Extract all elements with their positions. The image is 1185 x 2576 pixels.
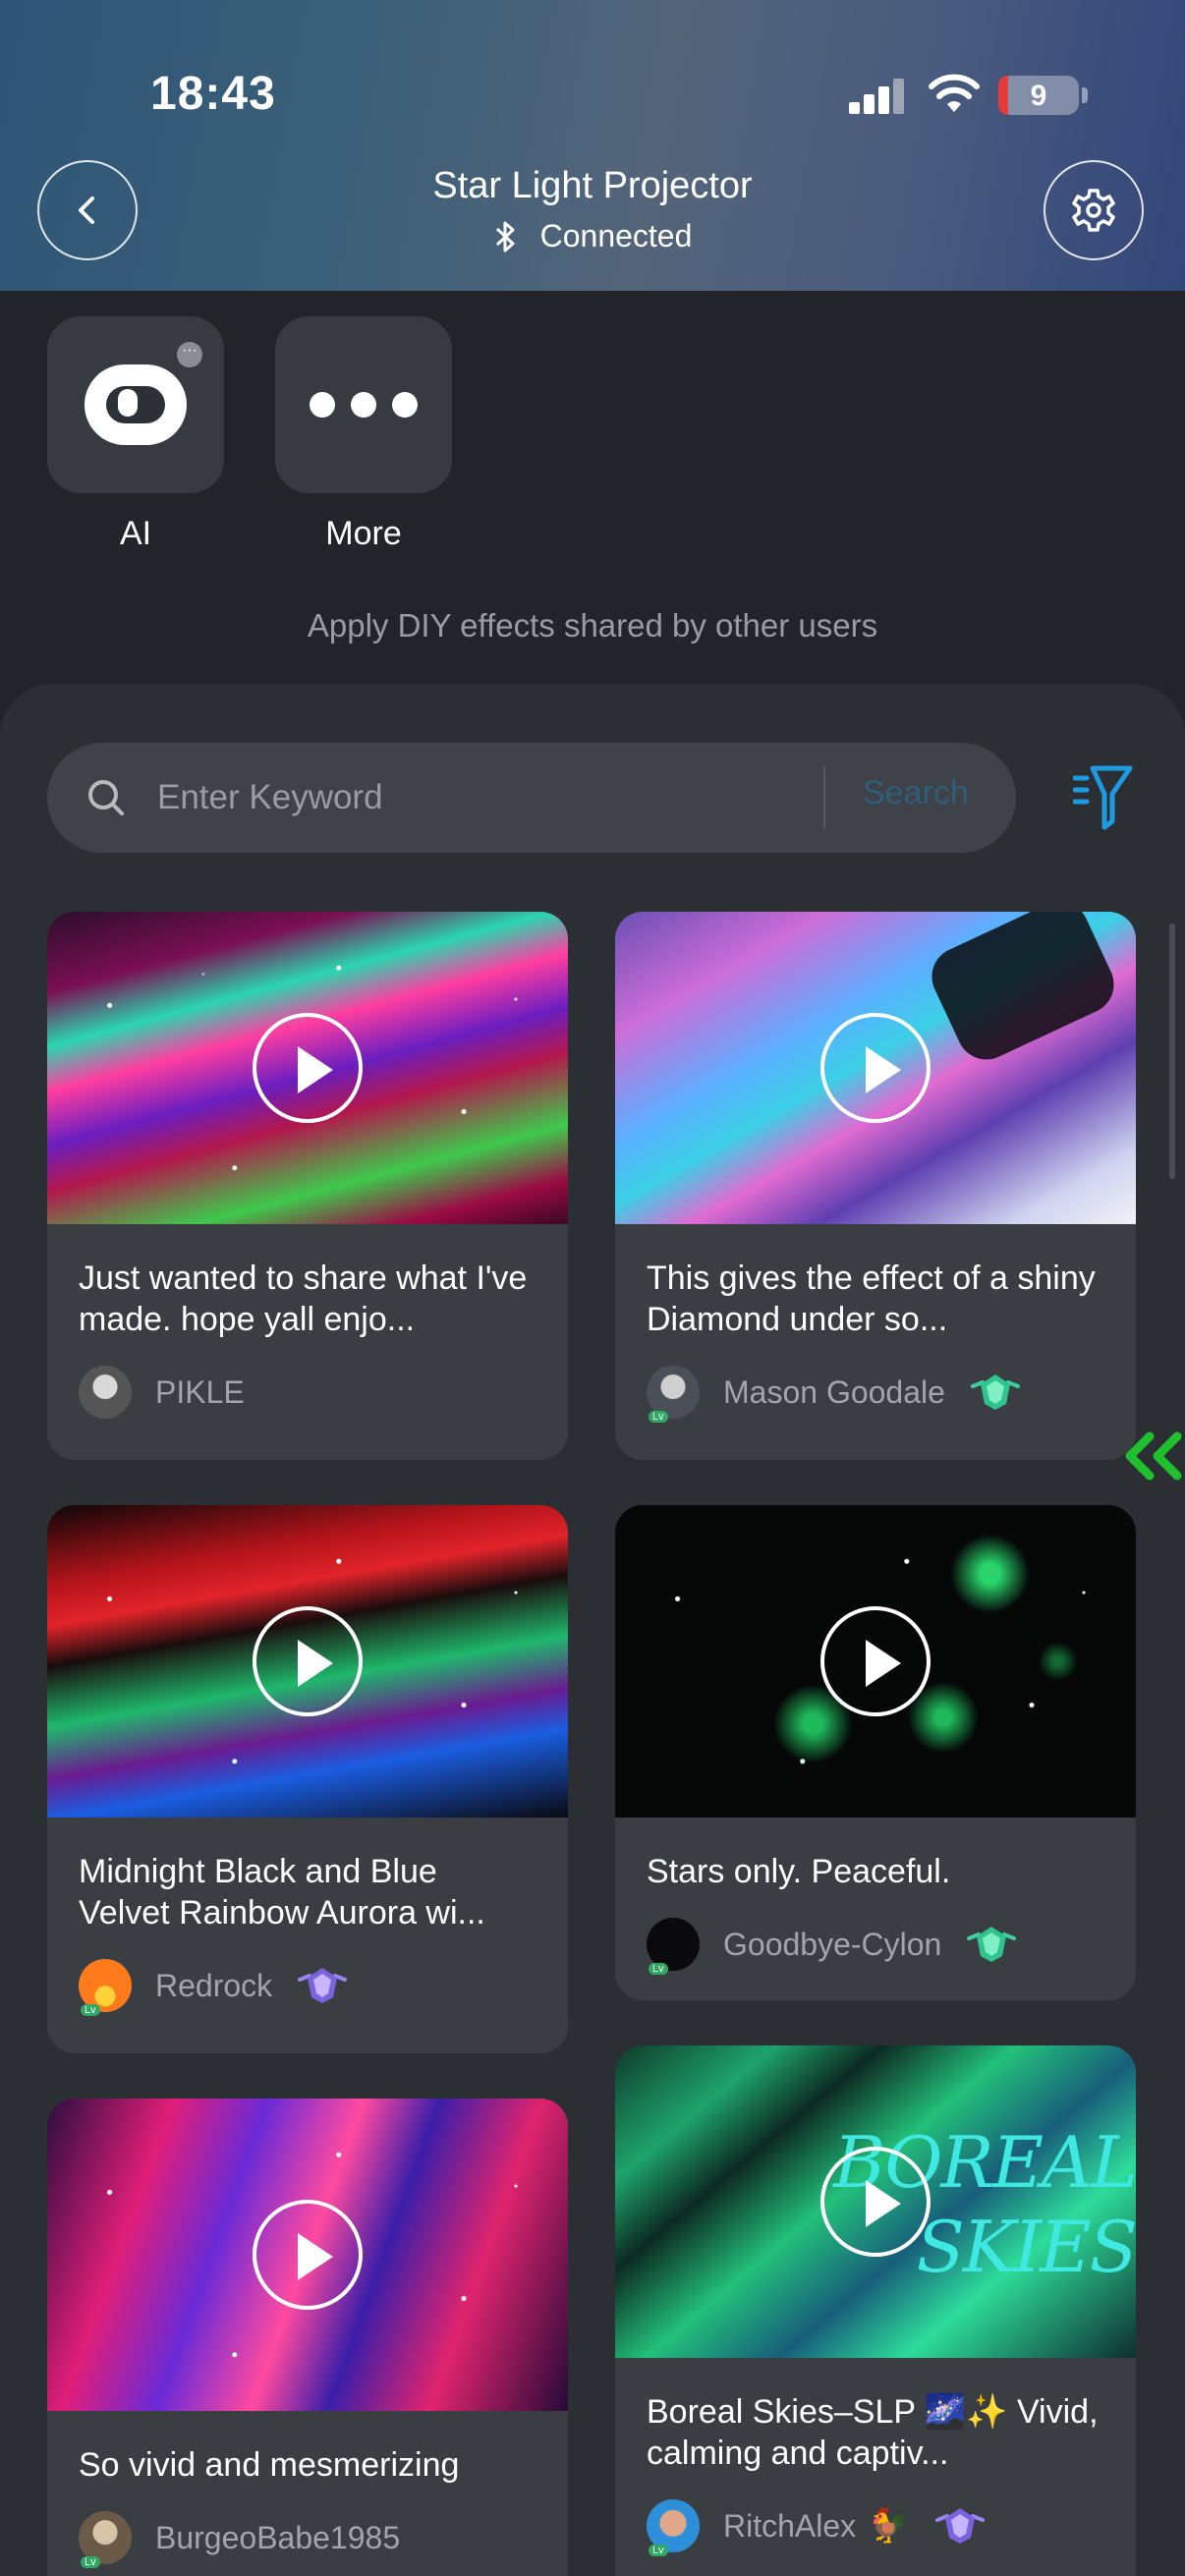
purple-gem-badge-icon <box>934 2508 985 2544</box>
author-name[interactable]: RitchAlex <box>723 2508 856 2545</box>
effect-card[interactable]: So vivid and mesmerizing Lv BurgeoBabe19… <box>47 2099 568 2576</box>
filter-icon[interactable] <box>1073 762 1134 833</box>
more-tile-label: More <box>325 515 402 552</box>
play-icon[interactable] <box>253 1606 363 1716</box>
author-row: PIKLE <box>47 1364 568 1421</box>
search-bar: Search <box>47 743 1016 853</box>
effect-title: Just wanted to share what I've made. hop… <box>79 1260 528 1338</box>
author-row: Lv Goodbye-Cylon <box>615 1916 1136 1975</box>
play-icon[interactable] <box>820 2147 931 2257</box>
effect-card[interactable]: This gives the effect of a shiny Diamond… <box>615 912 1136 1460</box>
play-icon[interactable] <box>253 1013 363 1123</box>
connection-status-text: Connected <box>539 218 693 253</box>
effect-title: Midnight Black and Blue Velvet Rainbow A… <box>79 1853 485 1932</box>
author-name[interactable]: Goodbye-Cylon <box>723 1927 941 1963</box>
avatar[interactable]: Lv <box>647 1366 700 1423</box>
author-name[interactable]: PIKLE <box>155 1374 245 1411</box>
gear-icon <box>1072 189 1115 232</box>
app-header: 18:43 9 Star Light Projector Connected <box>0 0 1185 291</box>
author-row: Lv BurgeoBabe1985 <box>47 2509 568 2568</box>
play-icon[interactable] <box>820 1606 931 1716</box>
settings-button[interactable] <box>1044 160 1144 260</box>
effect-thumbnail: BOREAL SKIES <box>615 2045 1136 2358</box>
search-divider <box>823 766 825 829</box>
double-chevron-left-icon[interactable] <box>1116 1423 1185 1491</box>
status-time: 18:43 <box>150 68 276 120</box>
wifi-icon <box>929 74 980 112</box>
effect-title: So vivid and mesmerizing <box>79 2446 460 2484</box>
scrollbar[interactable] <box>1169 924 1175 1179</box>
avatar[interactable]: Lv <box>647 1918 700 1975</box>
green-gem-badge-icon <box>967 1927 1017 1962</box>
author-row: Lv Mason Goodale <box>615 1364 1136 1423</box>
effect-card[interactable]: Stars only. Peaceful. Lv Goodbye-Cylon <box>615 1505 1136 2000</box>
bluetooth-icon <box>495 221 515 252</box>
green-gem-badge-icon <box>970 1374 1020 1410</box>
battery-cap <box>1082 87 1088 103</box>
avatar[interactable]: Lv <box>79 1959 132 2016</box>
search-icon <box>88 780 124 815</box>
battery-level: 9 <box>1030 80 1047 112</box>
avatar[interactable]: Lv <box>647 2499 700 2556</box>
diy-hint-text: Apply DIY effects shared by other users <box>307 607 878 644</box>
effect-thumbnail <box>615 912 1136 1224</box>
effect-thumbnail <box>47 1505 568 1818</box>
author-row: Lv Redrock <box>47 1957 568 2016</box>
effect-title: Stars only. Peaceful. <box>647 1853 951 1890</box>
ai-tile-button[interactable]: ··· <box>47 316 224 493</box>
purple-gem-badge-icon <box>298 1968 348 2003</box>
avatar[interactable] <box>79 1366 132 1419</box>
effect-thumbnail <box>615 1505 1136 1818</box>
author-name[interactable]: Mason Goodale <box>723 1374 945 1411</box>
search-input[interactable] <box>157 772 845 823</box>
device-title: Star Light Projector <box>432 165 753 206</box>
effect-title: This gives the effect of a shiny Diamond… <box>647 1260 1096 1338</box>
battery-icon: 9 <box>998 76 1079 115</box>
rooster-emoji: 🐓 <box>868 2507 910 2545</box>
search-button[interactable]: Search <box>863 774 969 812</box>
connection-status: Connected <box>0 218 1185 254</box>
effect-card[interactable]: Just wanted to share what I've made. hop… <box>47 912 568 1460</box>
play-icon[interactable] <box>820 1013 931 1123</box>
more-tile-button[interactable] <box>275 316 452 493</box>
avatar[interactable]: Lv <box>79 2511 132 2568</box>
effect-card[interactable]: BOREAL SKIES Boreal Skies–SLP 🌌✨ Vivid, c… <box>615 2045 1136 2576</box>
effect-thumbnail <box>47 2099 568 2411</box>
effect-title: Boreal Skies–SLP 🌌✨ Vivid, calming and c… <box>647 2393 1099 2472</box>
ellipsis-badge-icon: ··· <box>177 342 202 367</box>
cellular-signal-icon <box>849 79 904 114</box>
more-dots-icon <box>310 392 418 418</box>
robot-face-icon <box>85 364 187 445</box>
ai-tile-label: AI <box>119 515 152 552</box>
author-name[interactable]: Redrock <box>155 1968 272 2004</box>
author-row: Lv RitchAlex 🐓 <box>615 2497 1136 2556</box>
play-icon[interactable] <box>253 2200 363 2310</box>
author-name[interactable]: BurgeoBabe1985 <box>155 2520 400 2556</box>
effect-thumbnail <box>47 912 568 1224</box>
effect-card[interactable]: Midnight Black and Blue Velvet Rainbow A… <box>47 1505 568 2053</box>
